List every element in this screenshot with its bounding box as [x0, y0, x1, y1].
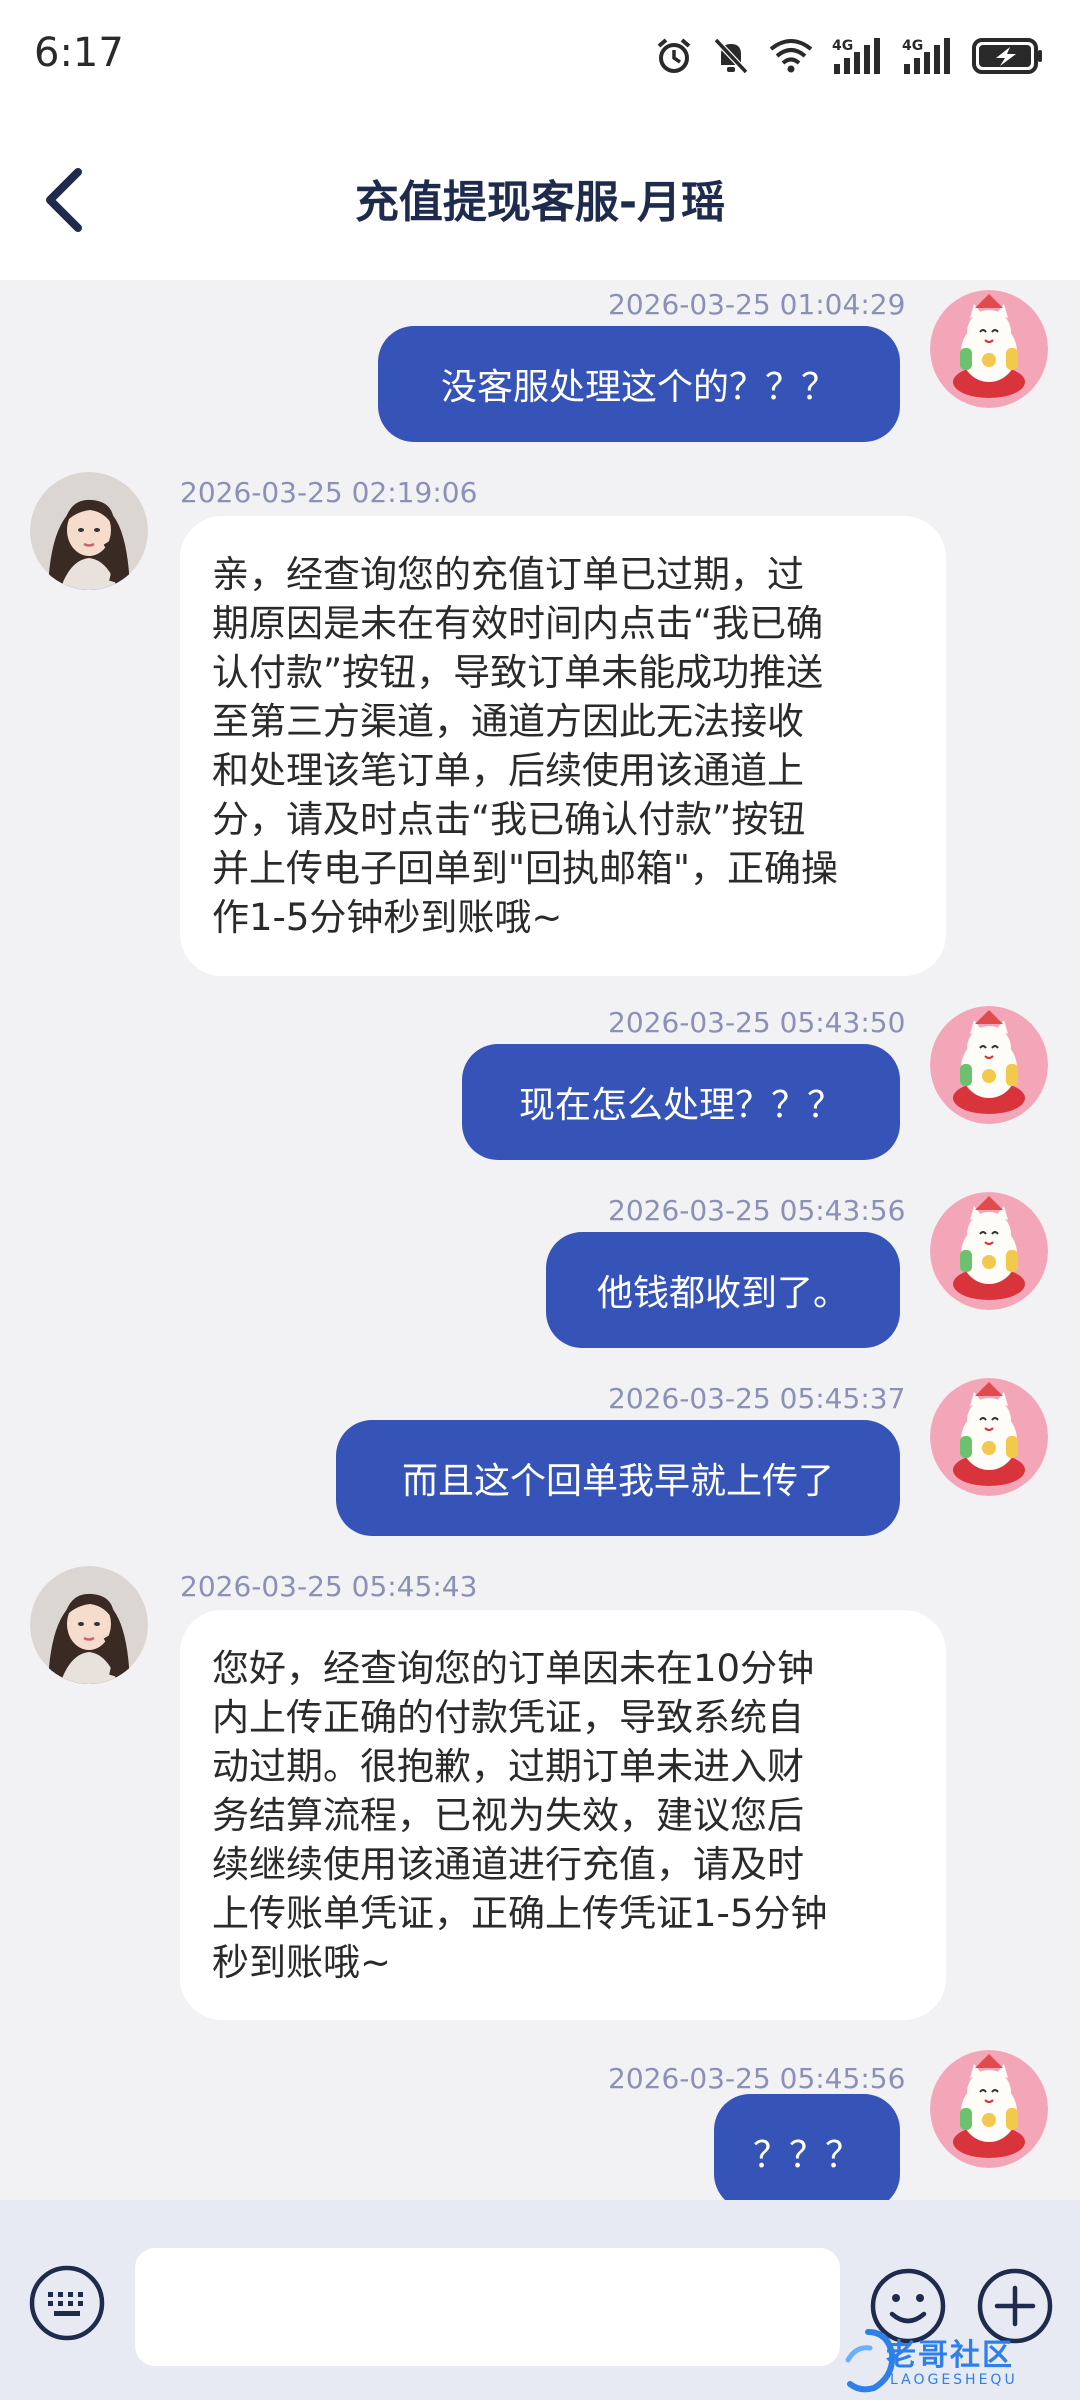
message-timestamp: 2026-03-25 05:45:37	[608, 1382, 906, 1415]
battery-charging-icon	[972, 38, 1042, 74]
user-avatar[interactable]	[930, 1192, 1048, 1310]
status-time: 6:17	[34, 30, 124, 76]
message-line: 续继续使用该通道进行充值，请及时	[212, 1843, 804, 1886]
message-bubble-outgoing[interactable]: 他钱都收到了。	[546, 1232, 900, 1348]
signal-4g-icon: 4G	[902, 38, 950, 74]
message-line: 上传账单凭证，正确上传凭证1-5分钟	[212, 1892, 828, 1935]
svg-text:4G: 4G	[902, 38, 923, 54]
message-bubble-outgoing[interactable]: 没客服处理这个的？？？	[378, 326, 900, 442]
message-line: 期原因是未在有效时间内点击“我已确	[212, 602, 824, 645]
message-line: 作1-5分钟秒到账哦~	[212, 896, 563, 939]
message-timestamp: 2026-03-25 05:43:50	[608, 1006, 906, 1039]
message-line: 您好，经查询您的订单因未在10分钟	[212, 1647, 815, 1690]
page-title: 充值提现客服-月瑶	[354, 177, 726, 228]
alarm-icon	[657, 38, 691, 73]
watermark: 老哥社区 LAOGESHEQU	[838, 2322, 1080, 2400]
watermark-text: 老哥社区	[886, 2338, 1014, 2373]
user-avatar[interactable]	[930, 1006, 1048, 1124]
svg-text:4G: 4G	[832, 38, 853, 54]
message-line: 务结算流程，已视为失效，建议您后	[212, 1794, 804, 1837]
message-bubble-incoming[interactable]: 您好，经查询您的订单因未在10分钟 内上传正确的付款凭证，导致系统自 动过期。很…	[180, 1610, 946, 2020]
keyboard-icon	[29, 2265, 105, 2341]
message-line: 并上传电子回单到"回执邮箱"，正确操	[212, 847, 839, 890]
mute-icon	[713, 37, 749, 75]
message-line: 至第三方渠道，通道方因此无法接收	[212, 700, 804, 743]
message-line: 秒到账哦~	[212, 1941, 392, 1984]
status-icons: 4G 4G	[654, 36, 1044, 76]
agent-avatar[interactable]	[30, 472, 148, 590]
wifi-icon	[769, 39, 813, 73]
watermark-subtext: LAOGESHEQU	[890, 2372, 1018, 2388]
message-input[interactable]	[135, 2248, 840, 2366]
message-line: 动过期。很抱歉，过期订单未进入财	[212, 1745, 804, 1788]
status-bar: 6:17 4G 4G	[0, 0, 1080, 120]
message-bubble-outgoing[interactable]: 而且这个回单我早就上传了	[336, 1420, 900, 1536]
message-timestamp: 2026-03-25 05:43:56	[608, 1194, 906, 1227]
message-line: 认付款”按钮，导致订单未能成功推送	[212, 651, 824, 694]
signal-4g-icon: 4G	[832, 38, 880, 74]
keyboard-toggle-button[interactable]	[28, 2264, 106, 2342]
message-line: 和处理该笔订单，后续使用该通道上	[212, 749, 804, 792]
message-line: 亲，经查询您的充值订单已过期，过	[212, 553, 804, 596]
message-timestamp: 2026-03-25 01:04:29	[608, 288, 906, 321]
user-avatar[interactable]	[930, 1378, 1048, 1496]
user-avatar[interactable]	[930, 2050, 1048, 2168]
message-bubble-incoming[interactable]: 亲，经查询您的充值订单已过期，过 期原因是未在有效时间内点击“我已确 认付款”按…	[180, 516, 946, 976]
message-list[interactable]: 2026-03-25 01:04:29 没客服处理这个的？？？ 2026-03-…	[0, 280, 1080, 2210]
message-timestamp: 2026-03-25 05:45:56	[608, 2062, 906, 2095]
chat-screen: 6:17 4G 4G 充值提现客服-月瑶 2026-03-25 01:04:29…	[0, 0, 1080, 2400]
message-timestamp: 2026-03-25 02:19:06	[180, 476, 478, 509]
message-bubble-outgoing[interactable]: ？？？	[714, 2094, 900, 2210]
agent-avatar[interactable]	[30, 1566, 148, 1684]
message-bubble-outgoing[interactable]: 现在怎么处理？？？	[462, 1044, 900, 1160]
message-timestamp: 2026-03-25 05:45:43	[180, 1570, 478, 1603]
message-line: 内上传正确的付款凭证，导致系统自	[212, 1696, 804, 1739]
user-avatar[interactable]	[930, 290, 1048, 408]
chat-header: 充值提现客服-月瑶	[0, 120, 1080, 280]
message-line: 分，请及时点击“我已确认付款”按钮	[212, 798, 806, 841]
